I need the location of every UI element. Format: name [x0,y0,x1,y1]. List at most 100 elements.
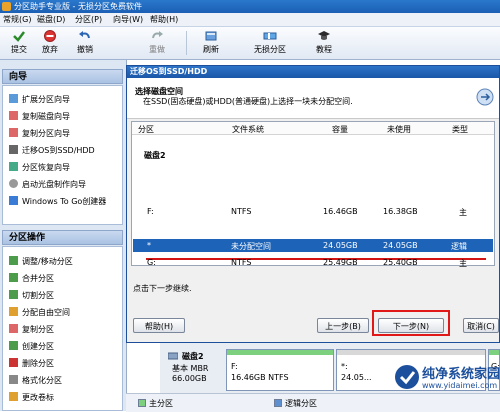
op-allocate-free[interactable]: 分配自由空间 [9,307,70,319]
dialog-subheading: 在SSD(固态硬盘)或HDD(普通硬盘)上选择一块未分配空间. [143,97,353,106]
wizard-item-windows-to-go[interactable]: Windows To Go创建器 [9,196,106,208]
op-resize-move[interactable]: 调整/移动分区 [9,256,73,268]
wizard-item-label: 分区恢复向导 [22,163,70,172]
redo-button[interactable]: 重做 [140,29,174,57]
dialog-title: 迁移OS到SSD/HDD [127,66,499,78]
wizard-item-label: Windows To Go创建器 [22,197,107,206]
recovery-icon [9,162,18,171]
lossless-partition-label: 无损分区 [254,45,286,54]
watermark-logo-icon [395,365,419,389]
menu-disk[interactable]: 磁盘(D) [37,14,65,25]
disk-type: 基本 MBR [172,364,209,373]
cell-partition: G: [147,258,156,267]
discard-icon [44,30,56,42]
delete-icon [9,358,18,367]
disk-icon [168,352,178,360]
disk-block-f[interactable]: F: 16.46GB NTFS [226,349,334,391]
discard-button[interactable]: 放弃 [33,29,67,57]
title-bar: 分区助手专业版 - 无损分区免费软件 [0,0,500,13]
migrate-os-dialog: 迁移OS到SSD/HDD 选择磁盘空间 在SSD(固态硬盘)或HDD(普通硬盘)… [126,65,500,343]
col-partition: 分区 [138,125,154,134]
prev-button[interactable]: 上一步(B) [317,318,369,333]
op-change-label[interactable]: 更改卷标 [9,392,54,404]
wizard-item-copy-disk[interactable]: 复制磁盘向导 [9,111,70,123]
usage-bar [227,350,333,355]
help-button[interactable]: 帮助(H) [133,318,185,333]
disk-group-label: 磁盘2 [144,151,166,160]
table-header: 分区 文件系统 容量 未使用 类型 [132,122,494,135]
usage-bar [489,350,499,355]
wizard-section: 扩展分区向导 复制磁盘向导 复制分区向导 迁移OS到SSD/HDD 分区恢复向导… [2,85,123,225]
cancel-button[interactable]: 取消(C) [463,318,499,333]
wizard-item-label: 复制分区向导 [22,129,70,138]
wizard-item-label: 迁移OS到SSD/HDD [22,146,95,155]
op-split[interactable]: 切割分区 [9,290,54,302]
table-row[interactable]: F: NTFS 16.46GB 16.38GB 主 [133,205,493,218]
undo-button[interactable]: 撤销 [68,29,102,57]
cell-type: 主 [459,208,467,217]
wizard-section-header[interactable]: 向导 [2,69,123,84]
watermark-title: 纯净系统家园 [422,367,500,382]
primary-swatch [138,399,146,407]
format-icon [9,375,18,384]
wizard-item-bootable-cd[interactable]: 启动光盘制作向导 [9,179,86,191]
op-label: 调整/移动分区 [22,257,73,266]
submit-button[interactable]: 提交 [2,29,36,57]
block-detail: 16.46GB NTFS [231,373,289,382]
op-label: 创建分区 [22,342,54,351]
cell-unused: 24.05GB [383,241,418,250]
partition-table: 分区 文件系统 容量 未使用 类型 磁盘2 F: NTFS 16.46GB 16… [131,121,495,266]
cell-type: 主 [459,259,467,268]
refresh-icon [205,31,217,41]
copy-icon [9,324,18,333]
window-title: 分区助手专业版 - 无损分区免费软件 [14,2,142,11]
legend-logical: 逻辑分区 [274,398,317,409]
dialog-header: 选择磁盘空间 在SSD(固态硬盘)或HDD(普通硬盘)上选择一块未分配空间. [127,78,499,119]
disk-migrate-icon [476,88,494,106]
col-type: 类型 [452,125,468,134]
cell-fs: NTFS [231,258,252,267]
next-button-highlight [372,310,450,336]
op-label: 复制分区 [22,325,54,334]
op-format[interactable]: 格式化分区 [9,375,62,387]
partition-ops-section-header[interactable]: 分区操作 [2,230,123,245]
split-icon [9,290,18,299]
toolbar-separator [186,31,187,55]
op-label: 更改卷标 [22,393,54,402]
menu-wizard[interactable]: 向导(W) [113,14,143,25]
block-name: F: [231,362,238,371]
refresh-button[interactable]: 刷新 [194,29,228,57]
table-row[interactable]: G: NTFS 25.49GB 25.40GB 主 [133,257,493,269]
discard-label: 放弃 [42,45,58,54]
cell-partition: * [147,241,151,250]
cell-capacity: 25.49GB [323,258,358,267]
col-filesystem: 文件系统 [232,125,264,134]
wizard-item-copy-partition[interactable]: 复制分区向导 [9,128,70,140]
wizard-item-extend[interactable]: 扩展分区向导 [9,94,70,106]
tutorial-label: 教程 [316,45,332,54]
col-capacity: 容量 [332,125,348,134]
lossless-partition-button[interactable]: 无损分区 [250,29,290,57]
copy-partition-icon [9,128,18,137]
watermark: 纯净系统家园 www.yidaimei.com [392,358,500,411]
menu-help[interactable]: 帮助(H) [150,14,178,25]
undo-icon [79,31,90,39]
op-label: 合并分区 [22,274,54,283]
op-create[interactable]: 创建分区 [9,341,54,353]
op-copy[interactable]: 复制分区 [9,324,54,336]
table-row-selected[interactable]: * 未分配空间 24.05GB 24.05GB 逻辑 [133,239,493,252]
migrate-icon [9,145,18,154]
tutorial-button[interactable]: 教程 [307,29,341,57]
graduation-cap-icon [318,31,330,40]
op-merge[interactable]: 合并分区 [9,273,54,285]
allocate-icon [9,307,18,316]
menu-general[interactable]: 常规(G) [3,14,31,25]
redo-label: 重做 [149,45,165,54]
wizard-item-migrate-os[interactable]: 迁移OS到SSD/HDD [9,145,95,157]
menu-partition[interactable]: 分区(P) [75,14,102,25]
legend-primary: 主分区 [138,398,173,409]
left-panel: 向导 扩展分区向导 复制磁盘向导 复制分区向导 迁移OS到SSD/HDD 分区恢… [0,60,127,411]
op-delete[interactable]: 删除分区 [9,358,54,370]
toolbar: 提交 放弃 撤销 重做 刷新 无损分区 教程 [0,27,500,60]
wizard-item-recovery[interactable]: 分区恢复向导 [9,162,70,174]
